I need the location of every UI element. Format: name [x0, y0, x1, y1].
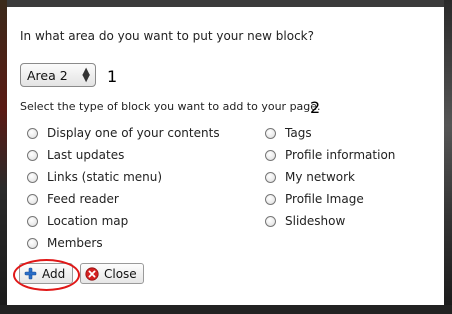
option-last-updates[interactable]: Last updates: [27, 148, 124, 162]
option-members[interactable]: Members: [27, 236, 103, 250]
block-type-prompt: Select the type of block you want to add…: [20, 100, 321, 113]
background-left: [0, 0, 7, 314]
radio-button[interactable]: [265, 127, 276, 139]
area-question: In what area do you want to put your new…: [20, 29, 314, 43]
option-links[interactable]: Links (static menu): [27, 170, 162, 184]
step-1-marker: 1: [107, 67, 118, 86]
radio-button[interactable]: [265, 215, 276, 227]
option-display-contents[interactable]: Display one of your contents: [27, 126, 220, 140]
option-profile-information[interactable]: Profile information: [265, 148, 395, 162]
option-profile-image[interactable]: Profile Image: [265, 192, 364, 206]
radio-button[interactable]: [27, 149, 38, 161]
option-tags[interactable]: Tags: [265, 126, 312, 140]
option-label: Links (static menu): [47, 170, 163, 184]
plus-icon: [24, 267, 37, 280]
option-label: My network: [285, 170, 356, 184]
radio-button[interactable]: [27, 171, 38, 183]
option-label: Last updates: [47, 148, 125, 162]
close-button[interactable]: Close: [80, 263, 144, 284]
background-top: [7, 0, 444, 7]
add-block-dialog: In what area do you want to put your new…: [7, 7, 444, 305]
option-label: Display one of your contents: [47, 126, 220, 140]
background-bottom: [0, 305, 452, 314]
option-feed-reader[interactable]: Feed reader: [27, 192, 119, 206]
option-label: Slideshow: [285, 214, 346, 228]
add-button[interactable]: Add: [19, 263, 73, 284]
radio-button[interactable]: [27, 193, 38, 205]
option-label: Tags: [285, 126, 312, 140]
radio-button[interactable]: [265, 193, 276, 205]
option-label: Members: [47, 236, 103, 250]
radio-button[interactable]: [27, 127, 38, 139]
select-arrows-icon: ▲ ▼: [82, 66, 90, 84]
radio-button[interactable]: [27, 237, 38, 249]
option-label: Profile Image: [285, 192, 364, 206]
close-icon: [85, 266, 99, 281]
radio-button[interactable]: [27, 215, 38, 227]
option-slideshow[interactable]: Slideshow: [265, 214, 345, 228]
background-right: [444, 0, 452, 314]
option-my-network[interactable]: My network: [265, 170, 355, 184]
step-2-marker: 2: [310, 98, 321, 117]
option-label: Feed reader: [47, 192, 119, 206]
close-button-label: Close: [104, 266, 137, 281]
radio-button[interactable]: [265, 149, 276, 161]
area-select-value: Area 2: [27, 67, 68, 83]
radio-button[interactable]: [265, 171, 276, 183]
option-label: Location map: [47, 214, 129, 228]
area-select[interactable]: Area 2 ▲ ▼: [20, 63, 96, 87]
add-button-label: Add: [42, 266, 66, 281]
option-location-map[interactable]: Location map: [27, 214, 128, 228]
option-label: Profile information: [285, 148, 396, 162]
